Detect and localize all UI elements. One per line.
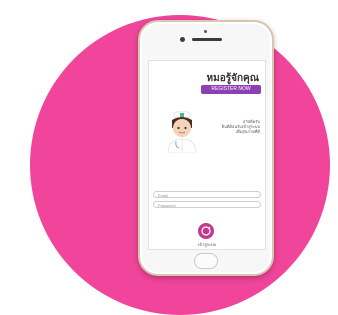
login-label: เข้าสู่ระบบ [197,242,217,247]
front-camera-icon [180,37,185,42]
greeting-line: เพื่อสุขภาพที่ดี [235,129,260,134]
phone-sensor [204,30,207,33]
password-field[interactable]: Password [153,201,261,208]
phone-speaker [192,38,222,41]
login-button[interactable] [198,223,214,239]
email-field[interactable]: Email [153,191,261,198]
app-screen: หมอรู้จักคุณ REGISTER NOW สวัสดีครับ ยิน… [148,60,266,250]
register-button[interactable]: REGISTER NOW [201,85,261,94]
greeting-text: สวัสดีครับ ยินดีต้อนรับเข้าสู่ระบบ เพื่อ… [204,119,260,134]
app-title: หมอรู้จักคุณ [206,73,259,84]
refresh-icon [201,226,211,236]
phone-mockup: หมอรู้จักคุณ REGISTER NOW สวัสดีครับ ยิน… [138,20,274,276]
home-button[interactable] [194,253,218,269]
doctor-avatar-icon [167,111,197,153]
